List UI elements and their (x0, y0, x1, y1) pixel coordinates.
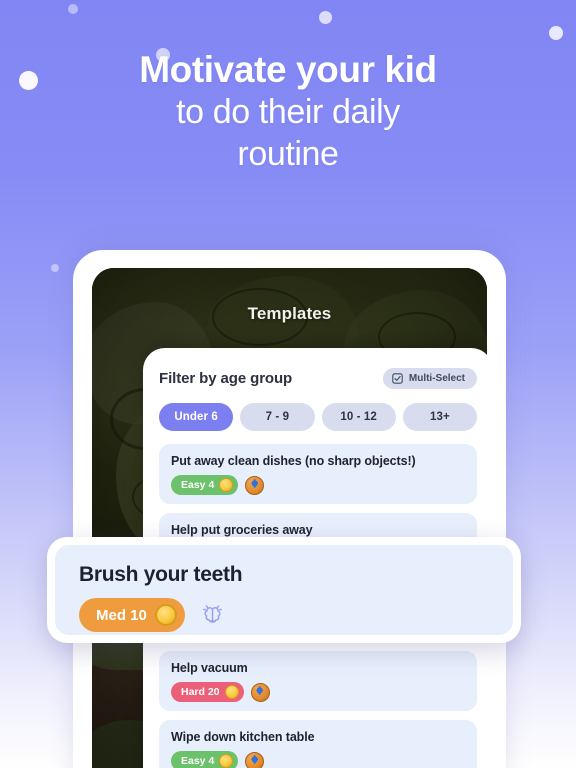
age-chip-13-plus[interactable]: 13+ (402, 403, 477, 431)
floating-task-card-inner: Brush your teeth Med 10 (55, 545, 513, 635)
difficulty-badge: Med 10 (79, 598, 185, 632)
headline-line-3: routine (237, 135, 339, 174)
headline-line-1: Motivate your kid (139, 49, 437, 90)
screen-title: Templates (247, 304, 332, 323)
decorative-dot (51, 264, 59, 272)
difficulty-badge-label: Hard 20 (181, 686, 220, 698)
task-row[interactable]: Help vacuum Hard 20 (159, 651, 477, 711)
task-title: Help vacuum (171, 661, 248, 675)
phone-mockup: Templates Filter by age group Multi-Sele… (73, 250, 506, 768)
coin-icon (219, 478, 234, 492)
floating-task-meta: Med 10 (79, 598, 489, 632)
age-chip-under-6[interactable]: Under 6 (159, 403, 234, 431)
puzzle-avatar-icon (245, 475, 265, 495)
phone-screen: Templates Filter by age group Multi-Sele… (92, 268, 487, 768)
task-row[interactable]: Put away clean dishes (no sharp objects!… (159, 444, 477, 504)
decorative-dot (549, 26, 563, 40)
task-meta: Hard 20 (171, 682, 465, 702)
headline-line-2: to do their daily (176, 93, 400, 132)
coin-icon (219, 754, 234, 768)
task-title: Wipe down kitchen table (171, 730, 315, 744)
puzzle-avatar-icon (250, 682, 270, 702)
filter-title: Filter by age group (159, 370, 293, 387)
brain-icon (202, 604, 222, 623)
difficulty-badge: Hard 20 (171, 682, 244, 702)
age-chip-7-9[interactable]: 7 - 9 (240, 403, 315, 431)
task-meta: Easy 4 (171, 751, 465, 768)
difficulty-badge-label: Med 10 (96, 606, 147, 624)
decorative-dot (68, 4, 78, 14)
coin-icon (224, 685, 239, 699)
filter-row: Filter by age group Multi-Select (159, 368, 477, 389)
difficulty-badge: Easy 4 (171, 475, 239, 495)
multi-select-label: Multi-Select (408, 373, 465, 384)
task-title: Put away clean dishes (no sharp objects!… (171, 454, 416, 468)
age-group-chips: Under 6 7 - 9 10 - 12 13+ (159, 403, 477, 431)
task-meta: Easy 4 (171, 475, 465, 495)
hero-headline: Motivate your kid to do their daily rout… (0, 48, 576, 175)
task-row[interactable]: Wipe down kitchen table Easy 4 (159, 720, 477, 768)
decorative-dot (319, 11, 332, 24)
task-title: Help put groceries away (171, 523, 313, 537)
checkbox-checked-icon (392, 373, 403, 384)
puzzle-avatar-icon (245, 751, 265, 768)
difficulty-badge-label: Easy 4 (181, 479, 215, 491)
difficulty-badge-label: Easy 4 (181, 755, 215, 767)
multi-select-button[interactable]: Multi-Select (382, 368, 477, 389)
coin-icon (154, 604, 177, 626)
floating-task-card[interactable]: Brush your teeth Med 10 (47, 537, 521, 643)
difficulty-badge: Easy 4 (171, 751, 239, 768)
age-chip-10-12[interactable]: 10 - 12 (321, 403, 396, 431)
floating-task-title: Brush your teeth (79, 563, 243, 586)
